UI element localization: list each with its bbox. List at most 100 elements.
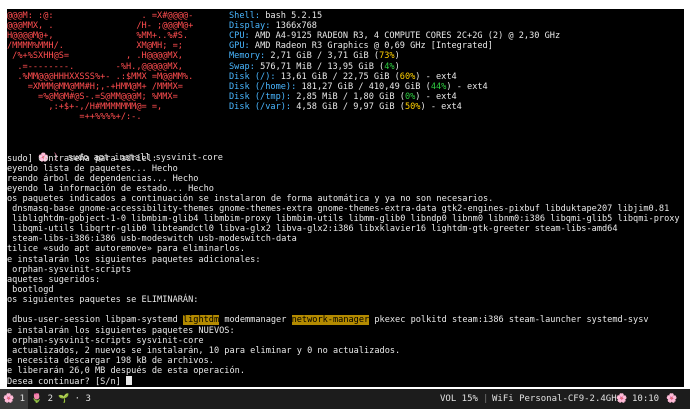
sysinfo-value-tail: )	[394, 51, 400, 62]
workspace-number: 3	[85, 394, 91, 404]
sysinfo-value: bash 5.2.15	[265, 11, 323, 21]
removed-text-a: dbus-user-session libpam-systemd	[7, 315, 183, 325]
sysinfo-row: Disk (/var): 4,58 GiB / 9,97 GiB (50%) -…	[229, 102, 462, 112]
usage-percent: 4%	[384, 61, 395, 72]
sysinfo-value-tail: ) - ext4	[446, 81, 488, 92]
output-line: os siguientes paquetes se ELIMINARÁN:	[7, 294, 199, 305]
sysinfo-value: 13,61 GiB / 22,75 GiB (	[280, 71, 400, 82]
sysinfo-row: Disk (/home): 181,27 GiB / 410,49 GiB (4…	[229, 82, 488, 92]
sysinfo-value: 2,85 MiB / 1,80 GiB (	[296, 91, 405, 102]
terminal-window[interactable]: @@@M: :@: . =X#@@@@- @@@MMX, . /H- ;@@@M@…	[7, 9, 684, 387]
flower-icon: 🌸	[2, 394, 15, 404]
sysinfo-row: Display: 1366x768	[229, 21, 317, 31]
sysinfo-row: Memory: 2,71 GiB / 3,71 GiB (73%)	[229, 51, 400, 61]
flower-icon: 🌸	[616, 394, 628, 404]
logo-line: =XMMM@MM@MM#H;,-+HMM@M+ /MMMX=	[7, 81, 183, 92]
output-line: os paquetes indicados a continuación se …	[7, 193, 494, 204]
sysinfo-row: Swap: 576,71 MiB / 13,95 GiB (4%)	[229, 62, 400, 72]
sysinfo-value-tail: )	[394, 61, 400, 72]
output-line: orphan-sysvinit-scripts	[7, 264, 132, 275]
clock: 10:10	[632, 394, 660, 404]
output-line: orphan-sysvinit-scripts sysvinit-core	[7, 335, 204, 346]
usage-percent: 0%	[404, 91, 416, 102]
logo-line: @@@M: :@: . =X#@@@@-	[7, 11, 194, 21]
sysinfo-row: CPU: AMD A4-9125 RADEON R3, 4 COMPUTE CO…	[229, 31, 560, 41]
sysinfo-key: Disk (/var):	[229, 101, 292, 112]
sysinfo-key: Display:	[229, 21, 271, 32]
logo-line: H@@@@M@+, %MM+..%#S.	[7, 31, 189, 42]
logo-line: .=--------. -%H.,@@@@@MX,	[7, 61, 183, 72]
output-line: eyendo la información de estado... Hecho	[7, 183, 214, 194]
wifi-indicator[interactable]: WiFi Personal-CF9-2.4GHz	[492, 389, 622, 409]
output-line: e necesita descargar 198 kB de archivos.	[7, 355, 214, 366]
sysinfo-value-tail: ) - ext4	[415, 91, 457, 102]
tulip-icon: 🌷	[30, 394, 43, 404]
removed-text-c: pkexec polkitd steam:i386 steam-launcher…	[369, 315, 649, 325]
output-line: actualizados, 2 nuevos se instalarán, 10…	[7, 345, 401, 356]
output-line: e instalarán los siguientes paquetes adi…	[7, 254, 261, 265]
logo-line: =++%%%%+/:-.	[7, 112, 142, 122]
workspace-separator: ·	[74, 394, 81, 404]
highlight-network-manager: network-manager	[291, 315, 370, 325]
sysinfo-value: 4,58 GiB / 9,97 GiB (	[296, 101, 405, 112]
volume-indicator[interactable]: VOL 15%	[440, 389, 478, 409]
output-line: tilice «sudo apt autoremove» para elimin…	[7, 244, 245, 255]
sysinfo-value: 1366x768	[275, 21, 317, 32]
sysinfo-key: Disk (/):	[229, 71, 276, 82]
output-line: sudo] contraseña para adriel:	[7, 153, 158, 164]
usage-percent: 60%	[399, 71, 416, 82]
output-line: Desea continuar? [S/n]	[7, 376, 132, 387]
sysinfo-key: Shell:	[229, 11, 261, 21]
sysinfo-value: AMD A4-9125 RADEON R3, 4 COMPUTE CORES 2…	[254, 31, 561, 42]
logo-line: @@@MMX, . /H- ;@@@M@+	[7, 21, 194, 32]
logo-line: /MMMM%MMH/. XM@MH; =;	[7, 41, 183, 52]
separator: |	[483, 394, 489, 404]
highlight-lightdm: lightdm	[182, 315, 220, 325]
sysinfo-value-tail: ) - ext4	[420, 101, 462, 112]
output-line: aquetes sugeridos:	[7, 274, 101, 285]
sysinfo-key: Disk (/home):	[229, 81, 297, 92]
sysinfo-row: Disk (/): 13,61 GiB / 22,75 GiB (60%) - …	[229, 72, 457, 82]
logo-line: =%@M@M#@S-.=S@MM@@@M; %MMX=	[7, 91, 178, 102]
sysinfo-row: Shell: bash 5.2.15	[229, 11, 322, 21]
usage-percent: 44%	[430, 81, 447, 92]
removed-text-b: modemmanager	[219, 315, 292, 325]
output-line: reando árbol de dependencias... Hecho	[7, 173, 199, 184]
taskbar: 🌸 1 🌷 2 🌱 · 3 VOL 15% | WiFi Personal-CF…	[0, 389, 690, 409]
sysinfo-row: Disk (/tmp): 2,85 MiB / 1,80 GiB (0%) - …	[229, 92, 457, 102]
sysinfo-value: AMD Radeon R3 Graphics @ 0,69 GHz [Integ…	[254, 41, 493, 52]
output-line: bootlogd	[7, 284, 54, 295]
sysinfo-value: 181,27 GiB / 410,49 GiB (	[301, 81, 431, 92]
sysinfo-key: CPU:	[229, 31, 250, 42]
sysinfo-key: Swap:	[229, 61, 255, 72]
logo-line: /%+%SXHH@S= , .H@@@@MX,	[7, 51, 183, 62]
desktop: @@@M: :@: . =X#@@@@- @@@MMX, . /H- ;@@@M@…	[0, 0, 690, 420]
usage-percent: 73%	[379, 51, 395, 62]
sysinfo-value-tail: ) - ext4	[415, 71, 457, 82]
workspace-number: 2	[47, 394, 54, 404]
sprout-icon: 🌱	[58, 394, 70, 404]
sysinfo-row: GPU: AMD Radeon R3 Graphics @ 0,69 GHz […	[229, 41, 493, 51]
sysinfo-key: Disk (/tmp):	[229, 91, 292, 102]
usage-percent: 50%	[404, 101, 421, 112]
sysinfo-key: Memory:	[229, 51, 266, 62]
output-line: libqmi-utils libqrtr-glib0 libteamdctl0 …	[7, 224, 618, 235]
output-line: e liberarán 26,0 MB después de esta oper…	[7, 365, 245, 376]
text-cursor	[126, 376, 132, 385]
output-line: steam-libs-i386:i386 usb-modeswitch usb-…	[7, 234, 297, 245]
workspace-3[interactable]: 🌱 · 3	[58, 389, 91, 409]
sysinfo-value: 576,71 MiB / 13,95 GiB (	[260, 61, 385, 72]
output-line: dnsmasq-base gnome-accessibility-themes …	[7, 204, 670, 214]
workspace-2[interactable]: 🌷 2	[30, 389, 54, 409]
removed-packages-line: dbus-user-session libpam-systemd lightdm…	[7, 315, 649, 325]
output-line: liblightdm-gobject-1-0 libmbim-glib4 lib…	[7, 214, 680, 225]
sysinfo-value: 2,71 GiB / 3,71 GiB (	[270, 51, 380, 62]
output-line: e instalarán los siguientes paquetes NUE…	[7, 325, 235, 336]
sysinfo-key: GPU:	[229, 41, 250, 52]
workspace-1[interactable]: 🌸 1	[0, 389, 28, 409]
logo-line: .%MM@@@HHHXXSSS%+- .:$MMX =M@@MM%.	[7, 71, 194, 82]
workspace-number: 1	[19, 394, 26, 404]
output-line: eyendo lista de paquetes... Hecho	[7, 163, 178, 174]
logo-line: ,:+$+-,/H#MMMMMMM@= =,	[7, 101, 163, 112]
flower-icon: 🌸	[666, 394, 678, 404]
